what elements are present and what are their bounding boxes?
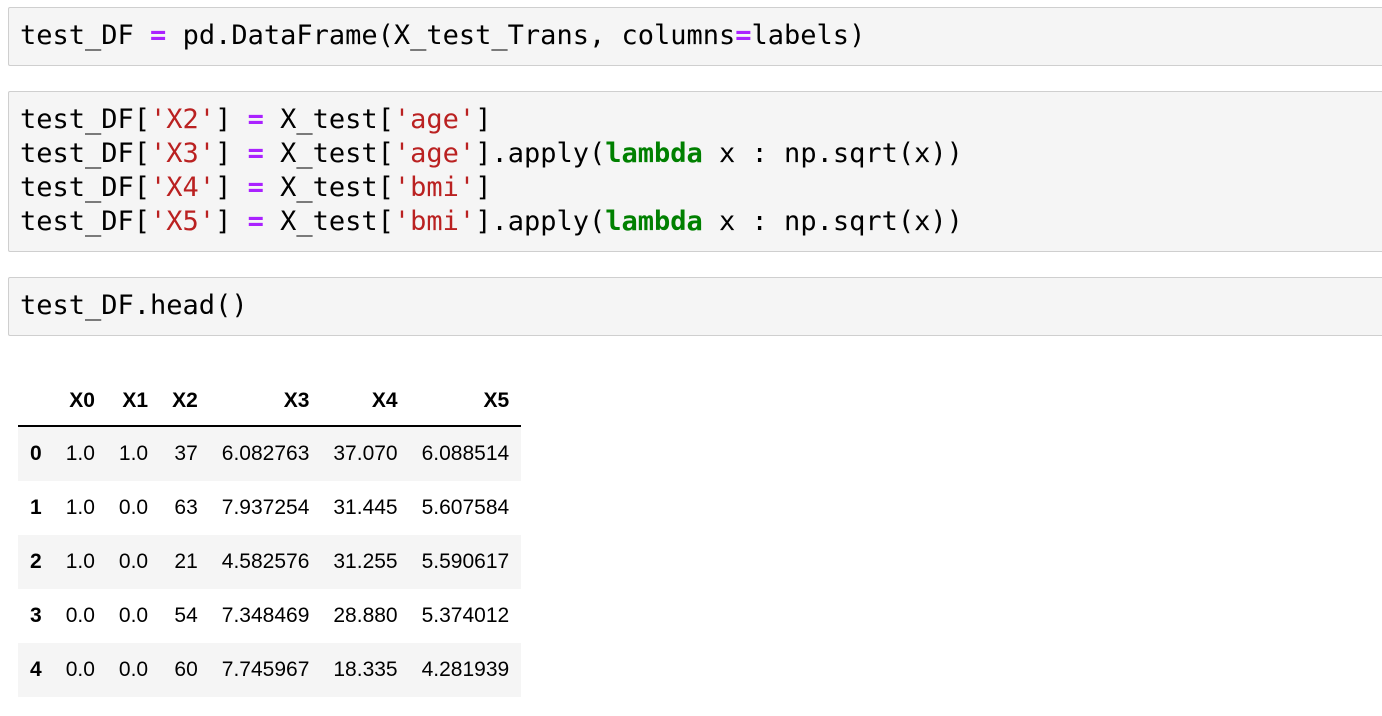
string-token: 'age' xyxy=(393,138,476,169)
string-token: 'age' xyxy=(393,104,476,135)
operator-token: = xyxy=(247,206,264,237)
table-cell: 0.0 xyxy=(118,658,149,681)
table-cell: 5.374012 xyxy=(421,604,510,627)
code-token: X_test[ xyxy=(263,206,394,237)
row-index: 2 xyxy=(30,550,42,573)
code-line: test_DF['X2'] = X_test['age'] xyxy=(20,103,491,137)
code-line: test_DF.head() xyxy=(20,289,248,323)
string-token: 'X4' xyxy=(150,172,216,203)
table-cell: 1.0 xyxy=(65,550,95,573)
column-header: X1 xyxy=(106,377,161,427)
table-cell: 31.255 xyxy=(333,550,398,573)
table-cell: 7.937254 xyxy=(221,496,310,519)
code-token: X_test[ xyxy=(263,104,394,135)
operator-token: = xyxy=(247,138,264,169)
column-header: X4 xyxy=(321,377,410,427)
code-token: ] xyxy=(215,138,248,169)
keyword-token: lambda xyxy=(605,138,703,169)
code-token: test_DF[ xyxy=(20,206,151,237)
code-token: ] xyxy=(215,206,248,237)
code-token: labels) xyxy=(751,20,866,51)
code-token: ] xyxy=(215,172,248,203)
string-token: 'X5' xyxy=(150,206,216,237)
table-cell: 18.335 xyxy=(333,658,398,681)
code-token: ].apply( xyxy=(475,138,606,169)
table-cell: 5.607584 xyxy=(421,496,510,519)
code-cell-3[interactable]: test_DF.head() xyxy=(8,277,1382,336)
table-cell: 28.880 xyxy=(333,604,398,627)
table-row: 0 1.0 1.0 37 6.082763 37.070 6.088514 xyxy=(18,426,522,481)
string-token: 'bmi' xyxy=(393,206,476,237)
keyword-token: lambda xyxy=(605,206,703,237)
table-cell: 5.590617 xyxy=(421,550,510,573)
table-cell: 1.0 xyxy=(118,442,149,465)
table-cell: 7.348469 xyxy=(221,604,310,627)
table-cell: 0.0 xyxy=(65,658,95,681)
table-cell: 31.445 xyxy=(333,496,398,519)
code-token: x : np.sqrt(x)) xyxy=(702,138,963,169)
row-index: 4 xyxy=(30,658,42,681)
code-token: ] xyxy=(215,104,248,135)
table-row: 2 1.0 0.0 21 4.582576 31.255 5.590617 xyxy=(18,535,522,589)
string-token: 'bmi' xyxy=(393,172,476,203)
table-cell: 37.070 xyxy=(333,442,398,465)
table-row: 3 0.0 0.0 54 7.348469 28.880 5.374012 xyxy=(18,589,522,643)
table-cell: 0.0 xyxy=(65,604,95,627)
code-token: test_DF[ xyxy=(20,138,151,169)
table-cell: 0.0 xyxy=(118,550,149,573)
code-token: ] xyxy=(475,104,492,135)
string-token: 'X2' xyxy=(150,104,216,135)
dataframe-output-table: X0 X1 X2 X3 X4 X5 0 1.0 1.0 37 6.082763 … xyxy=(18,377,522,697)
code-cell-1[interactable]: test_DF = pd.DataFrame(X_test_Trans, col… xyxy=(8,7,1382,66)
operator-token: = xyxy=(247,172,264,203)
code-line: test_DF['X3'] = X_test['age'].apply(lamb… xyxy=(20,137,963,171)
table-cell: 7.745967 xyxy=(221,658,310,681)
operator-token: = xyxy=(150,20,167,51)
code-token: X_test[ xyxy=(263,138,394,169)
code-token: test_DF.head() xyxy=(20,290,248,321)
index-header xyxy=(18,377,54,427)
code-line: test_DF['X5'] = X_test['bmi'].apply(lamb… xyxy=(20,205,963,239)
table-cell: 1.0 xyxy=(65,442,95,465)
table-cell: 6.082763 xyxy=(221,442,310,465)
table-cell: 60 xyxy=(174,658,198,681)
table-cell: 4.582576 xyxy=(221,550,310,573)
table-cell: 54 xyxy=(174,604,198,627)
code-token: pd.DataFrame(X_test_Trans, columns xyxy=(166,20,736,51)
table-cell: 37 xyxy=(174,442,198,465)
column-header: X3 xyxy=(209,377,322,427)
table-cell: 1.0 xyxy=(65,496,95,519)
table-row: 4 0.0 0.0 60 7.745967 18.335 4.281939 xyxy=(18,643,522,697)
table-cell: 21 xyxy=(174,550,198,573)
table-header-row: X0 X1 X2 X3 X4 X5 xyxy=(18,377,522,427)
row-index: 3 xyxy=(30,604,42,627)
row-index: 1 xyxy=(30,496,42,519)
code-token: ] xyxy=(475,172,492,203)
table-cell: 0.0 xyxy=(118,496,149,519)
code-token: ].apply( xyxy=(475,206,606,237)
row-index: 0 xyxy=(30,442,42,465)
table-row: 1 1.0 0.0 63 7.937254 31.445 5.607584 xyxy=(18,481,522,535)
code-line: test_DF = pd.DataFrame(X_test_Trans, col… xyxy=(20,19,865,53)
code-cell-2[interactable]: test_DF['X2'] = X_test['age'] test_DF['X… xyxy=(8,91,1382,252)
code-token: X_test[ xyxy=(263,172,394,203)
code-token: test_DF[ xyxy=(20,172,151,203)
column-header: X0 xyxy=(53,377,107,427)
table-cell: 4.281939 xyxy=(421,658,510,681)
table-cell: 6.088514 xyxy=(421,442,510,465)
code-token: test_DF xyxy=(20,20,151,51)
column-header: X5 xyxy=(409,377,522,427)
code-line: test_DF['X4'] = X_test['bmi'] xyxy=(20,171,491,205)
operator-token: = xyxy=(735,20,752,51)
table-cell: 0.0 xyxy=(118,604,149,627)
string-token: 'X3' xyxy=(150,138,216,169)
operator-token: = xyxy=(247,104,264,135)
code-token: test_DF[ xyxy=(20,104,151,135)
table-cell: 63 xyxy=(174,496,198,519)
code-token: x : np.sqrt(x)) xyxy=(702,206,963,237)
column-header: X2 xyxy=(160,377,210,427)
